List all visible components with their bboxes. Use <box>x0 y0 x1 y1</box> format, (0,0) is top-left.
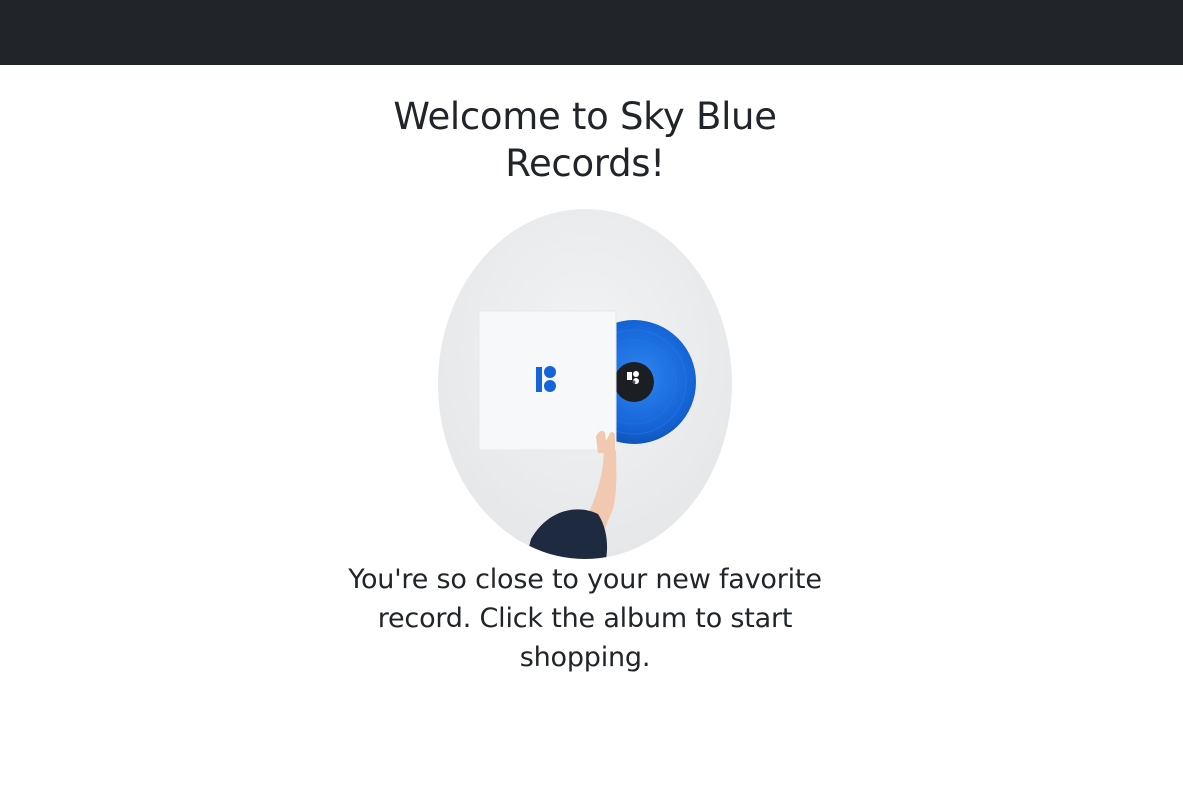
album-image <box>438 209 732 559</box>
shopping-tagline: You're so close to your new favorite rec… <box>348 564 822 673</box>
main-content: Welcome to Sky Blue Records! You're so c… <box>0 65 1183 792</box>
page-title: Welcome to Sky Blue Records! <box>393 95 777 185</box>
album-image-link[interactable] <box>438 209 732 559</box>
top-navbar <box>0 0 1183 65</box>
